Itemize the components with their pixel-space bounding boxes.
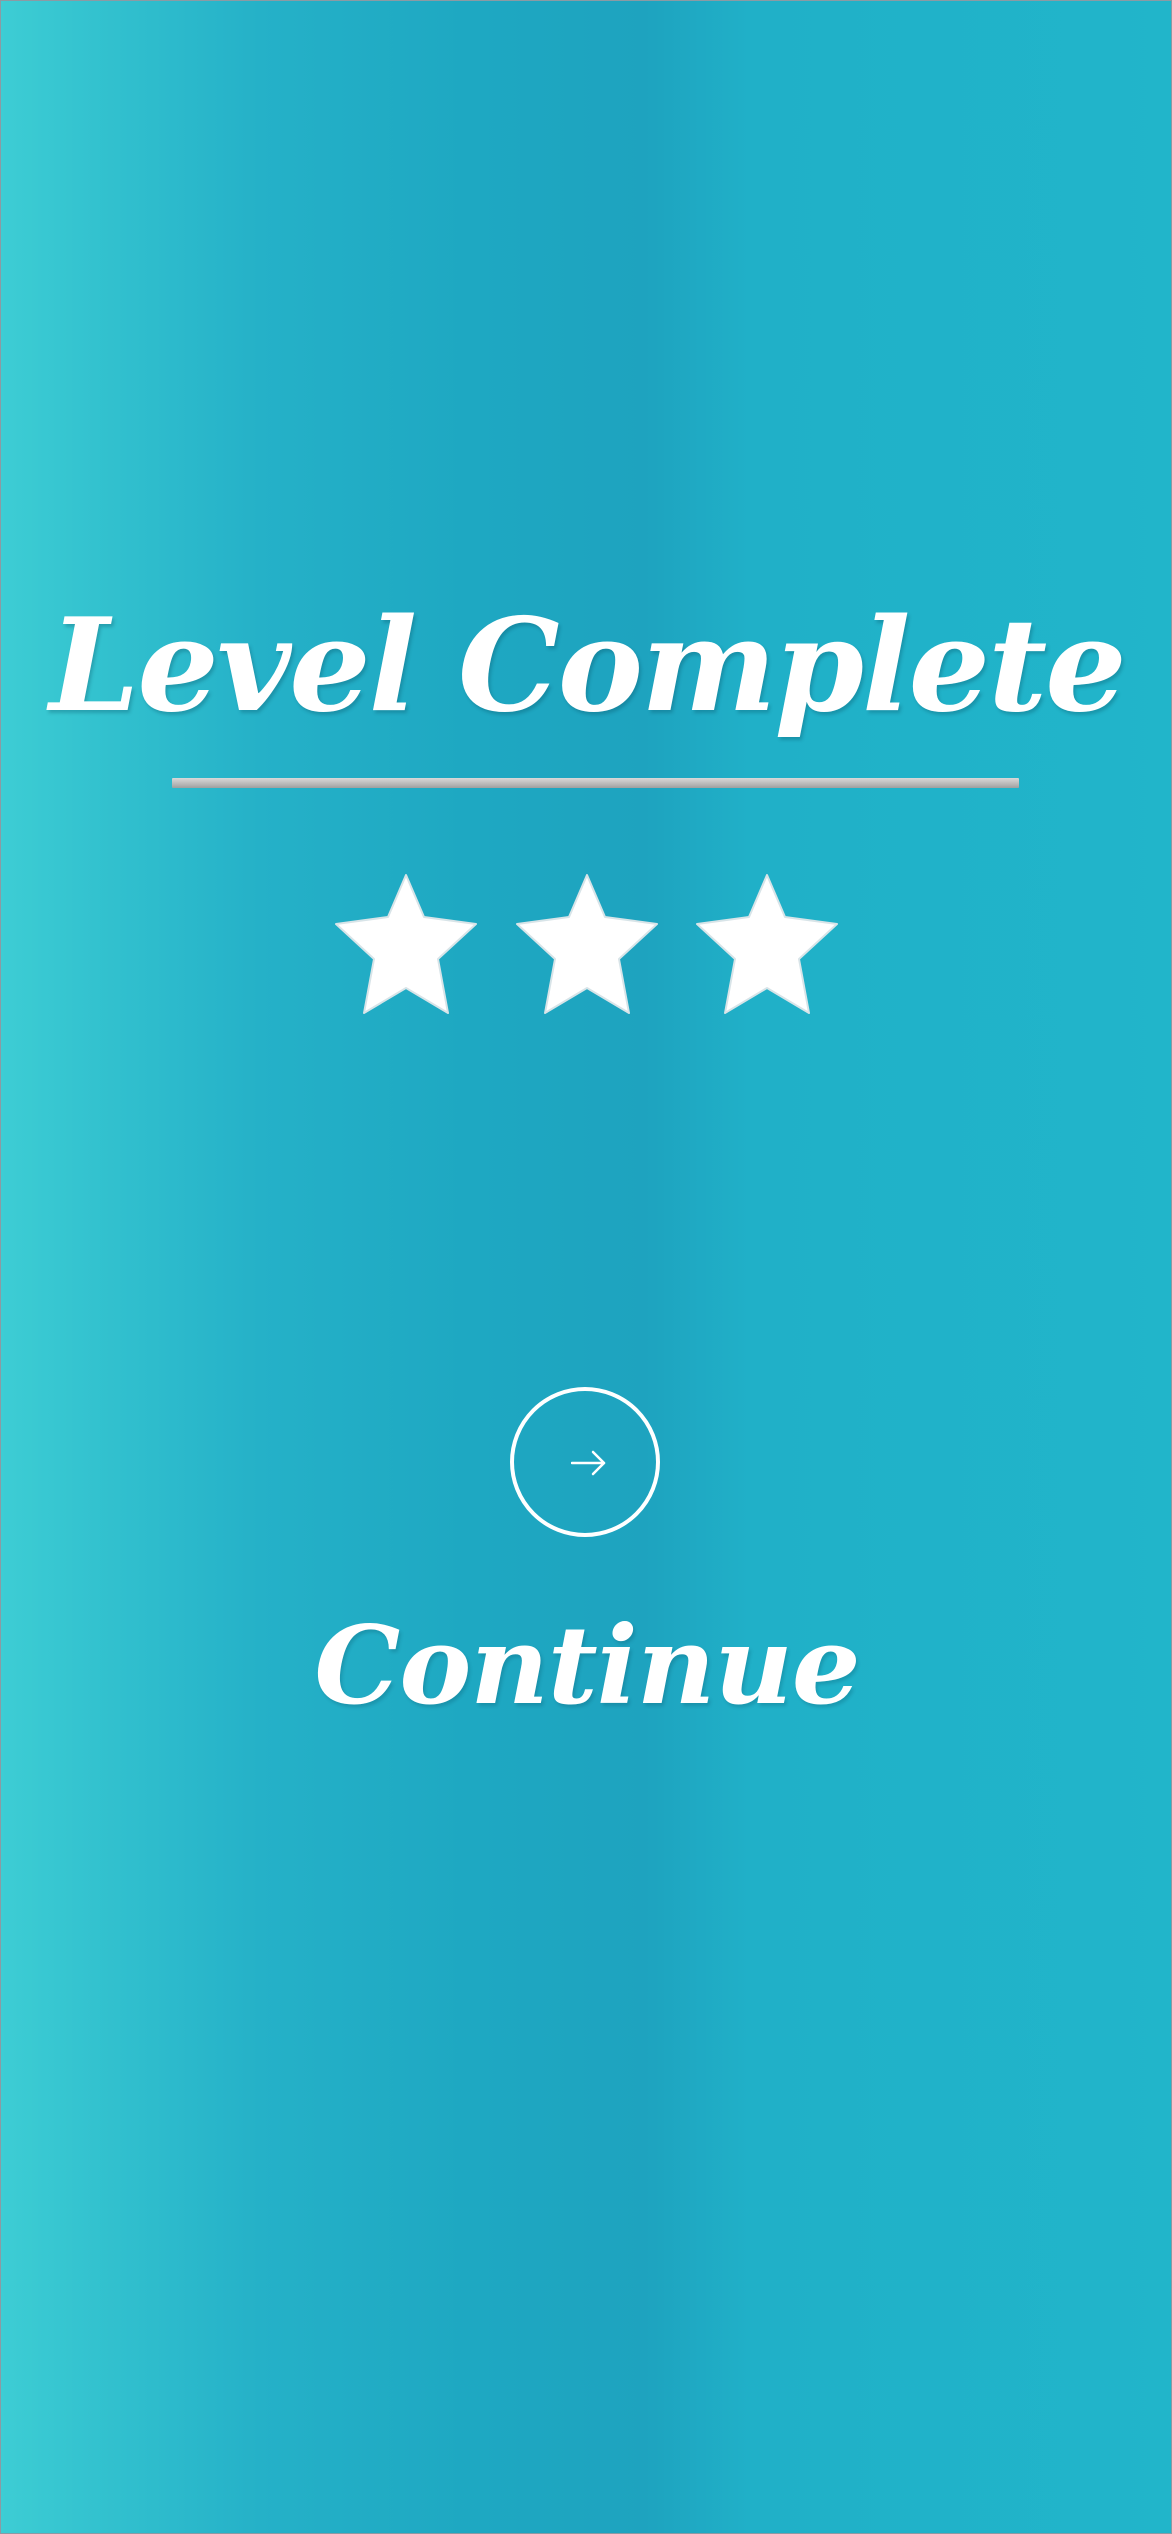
- continue-button[interactable]: [510, 1387, 660, 1537]
- level-complete-title: Level Complete: [49, 591, 1126, 741]
- star-icon: [692, 871, 842, 1019]
- level-complete-screen: Level Complete Continue: [0, 0, 1172, 2534]
- arrow-right-icon: [570, 1449, 607, 1481]
- star-rating: [1, 871, 1171, 1021]
- star-icon: [331, 871, 481, 1019]
- star-icon: [512, 871, 662, 1019]
- title-divider: [172, 778, 1019, 788]
- continue-label[interactable]: Continue: [1, 1591, 1171, 1741]
